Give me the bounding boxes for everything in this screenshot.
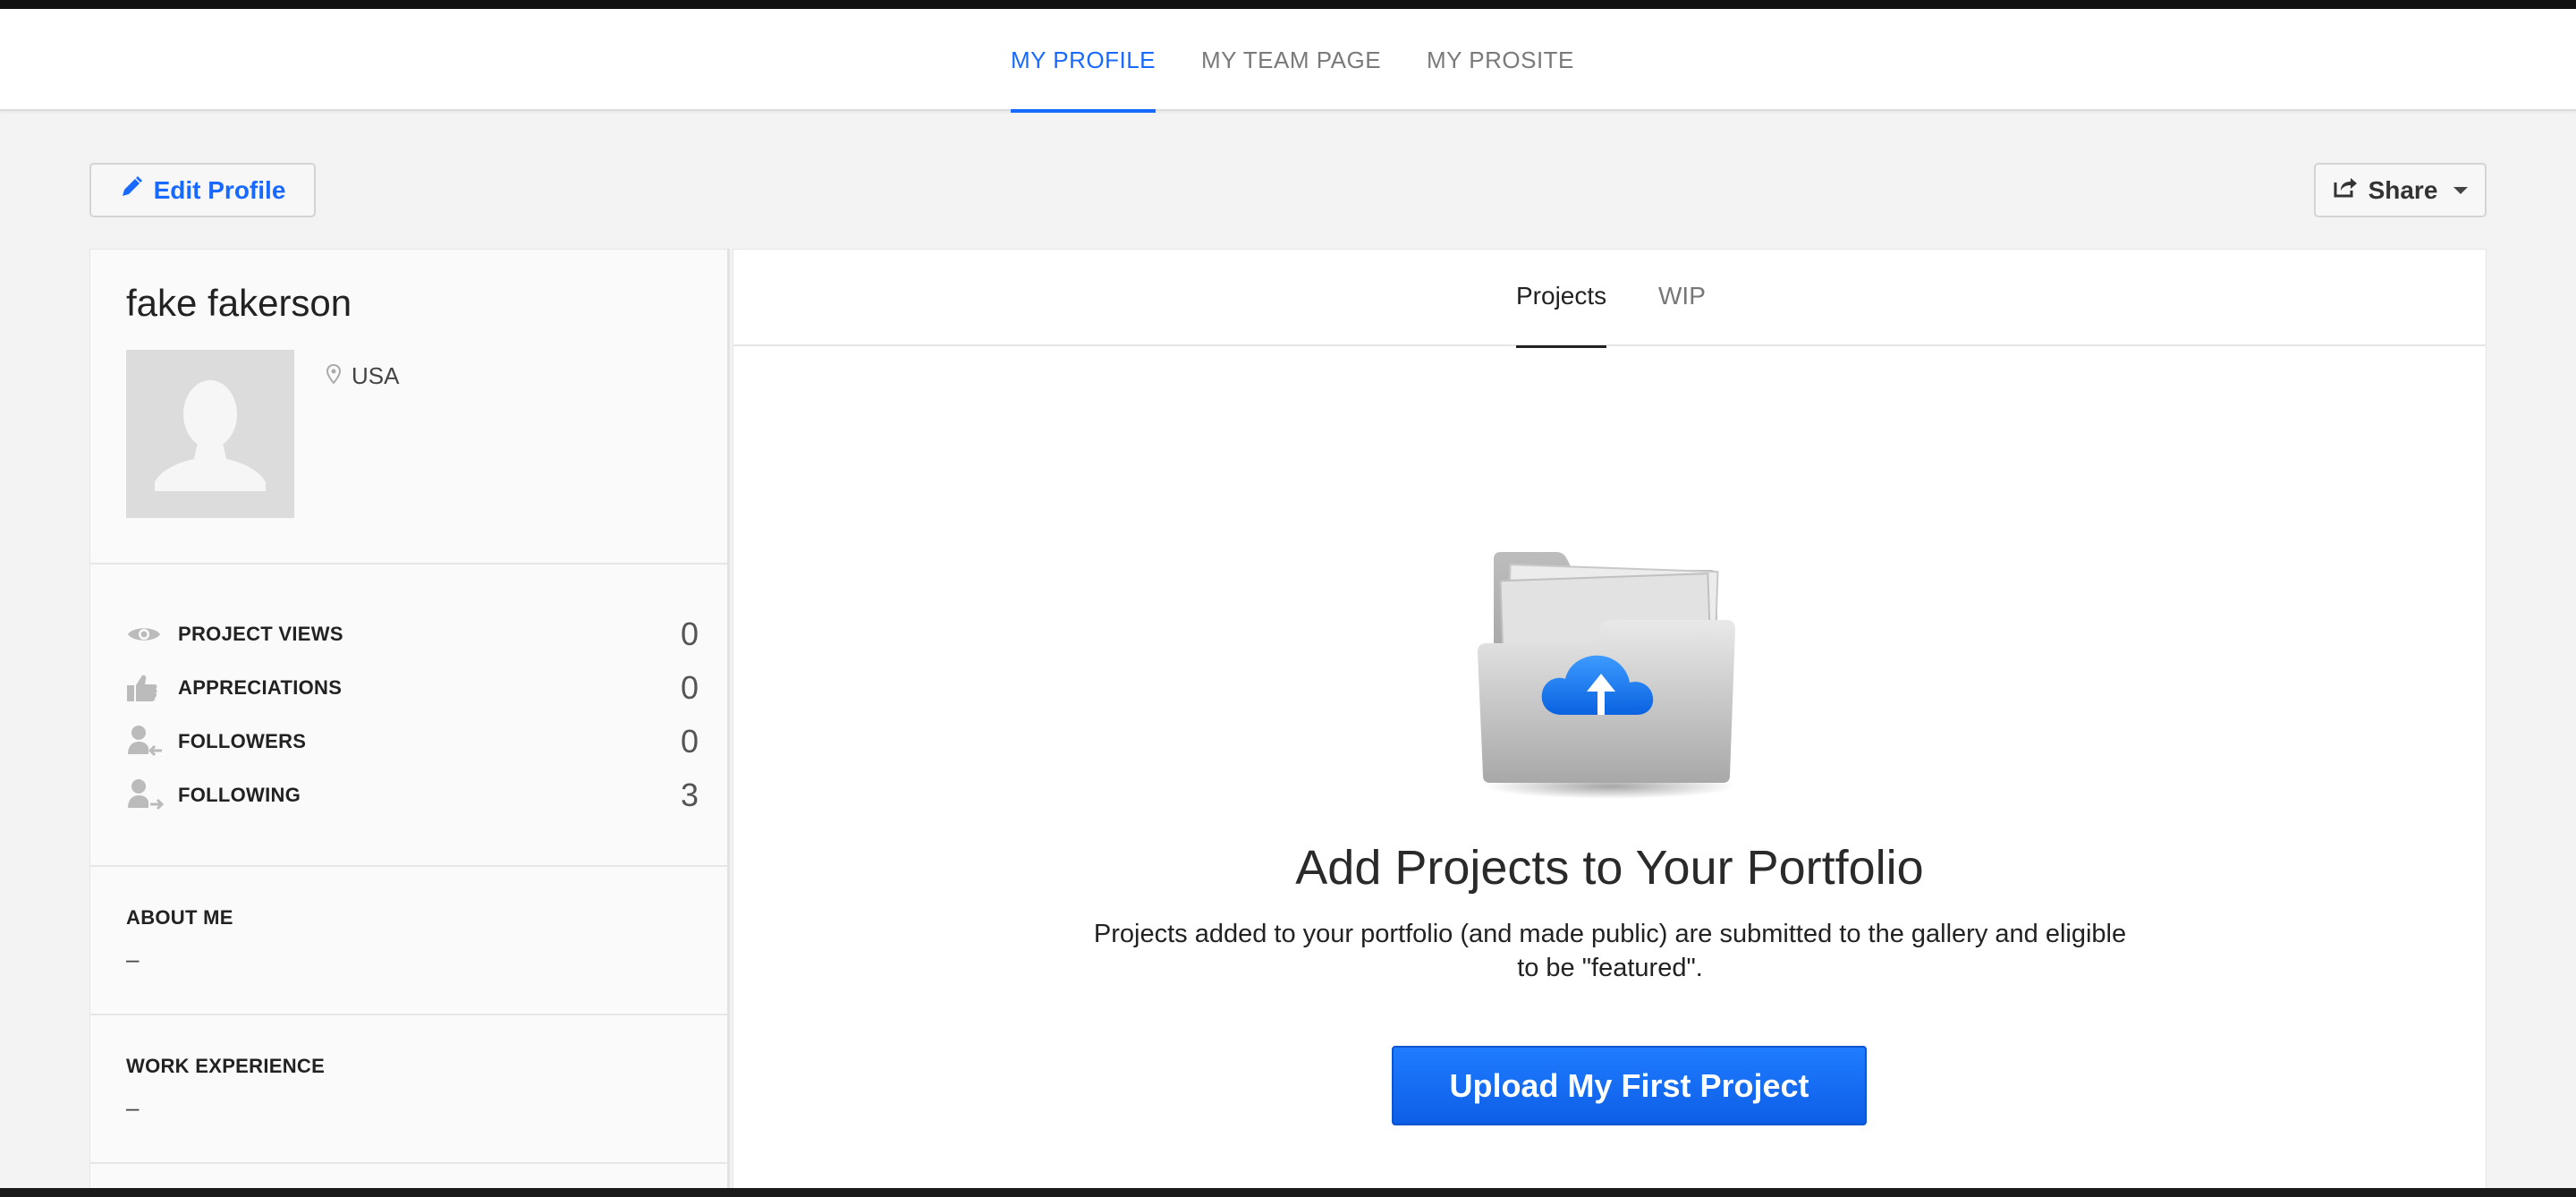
about-me-heading: ABOUT ME	[126, 906, 233, 929]
tab-my-team-page[interactable]: MY TEAM PAGE	[1201, 9, 1381, 111]
stat-label: FOLLOWERS	[178, 730, 307, 752]
eye-icon	[126, 616, 164, 652]
profile-sidebar: fake fakerson USA PROJECT VIEWS 0 APPREC…	[89, 249, 730, 1197]
projects-panel: Projects WIP Add Projects to Your Portfo…	[733, 249, 2487, 1197]
location-text: USA	[352, 362, 400, 389]
empty-state-title: Add Projects to Your Portfolio	[1295, 841, 1924, 895]
tab-my-profile[interactable]: MY PROFILE	[1011, 9, 1157, 113]
pencil-icon	[120, 175, 143, 205]
window-top-edge	[0, 0, 2576, 9]
profile-name: fake fakerson	[126, 282, 352, 324]
edit-profile-button[interactable]: Edit Profile	[89, 163, 316, 217]
sidebar-divider	[90, 563, 728, 565]
sidebar-divider	[90, 1014, 728, 1015]
stat-followers: FOLLOWERS 0	[126, 723, 699, 760]
project-tabs: Projects WIP	[733, 250, 2486, 348]
share-icon	[2333, 175, 2358, 205]
work-experience-heading: WORK EXPERIENCE	[126, 1055, 326, 1077]
window-bottom-edge	[0, 1188, 2576, 1197]
following-icon	[126, 777, 164, 813]
followers-icon	[126, 724, 164, 760]
stat-label: PROJECT VIEWS	[178, 623, 343, 645]
share-button[interactable]: Share	[2314, 163, 2487, 217]
profile-top-nav: MY PROFILE MY TEAM PAGE MY PROSITE	[0, 9, 2576, 113]
stat-value: 0	[680, 669, 699, 706]
thumbs-up-icon	[126, 670, 164, 706]
stat-label: APPRECIATIONS	[178, 676, 343, 699]
upload-first-project-button[interactable]: Upload My First Project	[1392, 1046, 1867, 1125]
map-pin-icon	[326, 362, 342, 390]
chevron-down-icon	[2453, 186, 2469, 194]
share-label: Share	[2368, 175, 2438, 204]
profile-location: USA	[326, 362, 399, 390]
stat-label: FOLLOWING	[178, 784, 301, 806]
sidebar-divider	[90, 1162, 728, 1164]
avatar-placeholder-icon	[155, 380, 266, 491]
stat-following: FOLLOWING 3	[126, 777, 699, 813]
stat-project-views: PROJECT VIEWS 0	[126, 615, 699, 652]
upload-folder-icon	[1476, 545, 1744, 804]
sidebar-divider	[90, 865, 728, 867]
tab-wip[interactable]: WIP	[1658, 250, 1706, 346]
tab-my-prosite[interactable]: MY PROSITE	[1427, 9, 1574, 111]
empty-state-description: Projects added to your portfolio (and ma…	[1093, 920, 2127, 982]
avatar[interactable]	[126, 350, 294, 518]
about-me-value: –	[126, 946, 140, 972]
stat-value: 0	[680, 723, 699, 760]
stat-value: 0	[680, 615, 699, 652]
work-experience-value: –	[126, 1094, 140, 1121]
edit-profile-label: Edit Profile	[153, 175, 286, 204]
stat-value: 3	[680, 777, 699, 813]
tab-projects[interactable]: Projects	[1516, 250, 1607, 348]
stat-appreciations: APPRECIATIONS 0	[126, 669, 699, 706]
